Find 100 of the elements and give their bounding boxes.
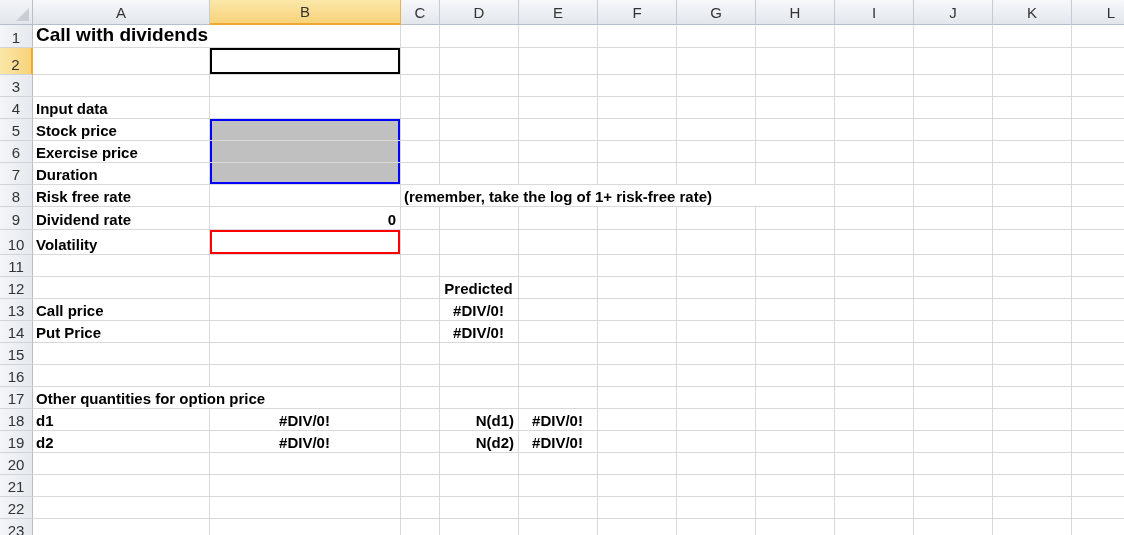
table-cell[interactable] bbox=[835, 141, 914, 163]
table-cell[interactable] bbox=[401, 207, 440, 230]
table-cell[interactable] bbox=[519, 25, 598, 48]
table-cell[interactable] bbox=[440, 497, 519, 519]
table-cell[interactable]: Other quantities for option price bbox=[33, 387, 401, 409]
table-cell[interactable] bbox=[677, 431, 756, 453]
table-cell[interactable]: 0 bbox=[210, 207, 401, 230]
table-cell[interactable] bbox=[210, 277, 401, 299]
table-cell[interactable] bbox=[519, 343, 598, 365]
table-cell[interactable]: d1 bbox=[33, 409, 210, 431]
table-cell[interactable] bbox=[401, 48, 440, 75]
table-cell[interactable] bbox=[440, 387, 519, 409]
table-cell[interactable] bbox=[677, 387, 756, 409]
table-cell[interactable] bbox=[440, 119, 519, 141]
table-cell[interactable] bbox=[756, 409, 835, 431]
table-cell[interactable] bbox=[914, 387, 993, 409]
row-header[interactable]: 18 bbox=[0, 409, 33, 431]
table-cell[interactable] bbox=[835, 255, 914, 277]
table-cell[interactable] bbox=[993, 497, 1072, 519]
table-cell[interactable] bbox=[598, 409, 677, 431]
table-cell[interactable] bbox=[993, 431, 1072, 453]
table-cell[interactable] bbox=[756, 230, 835, 255]
table-cell[interactable] bbox=[440, 97, 519, 119]
table-cell[interactable] bbox=[835, 475, 914, 497]
row-header[interactable]: 20 bbox=[0, 453, 33, 475]
table-cell[interactable] bbox=[677, 475, 756, 497]
table-cell[interactable] bbox=[519, 119, 598, 141]
table-cell[interactable] bbox=[677, 255, 756, 277]
table-cell[interactable] bbox=[598, 343, 677, 365]
table-cell[interactable] bbox=[914, 230, 993, 255]
table-cell[interactable] bbox=[440, 475, 519, 497]
table-cell[interactable] bbox=[519, 365, 598, 387]
table-cell[interactable] bbox=[756, 141, 835, 163]
table-cell[interactable] bbox=[756, 97, 835, 119]
table-cell[interactable]: Risk free rate bbox=[33, 185, 210, 207]
table-cell[interactable]: Put Price bbox=[33, 321, 210, 343]
table-cell[interactable] bbox=[598, 255, 677, 277]
table-cell[interactable] bbox=[914, 431, 993, 453]
table-cell[interactable] bbox=[440, 207, 519, 230]
table-cell[interactable] bbox=[835, 299, 914, 321]
table-cell[interactable] bbox=[677, 163, 756, 185]
table-cell[interactable] bbox=[914, 207, 993, 230]
table-cell[interactable] bbox=[401, 75, 440, 97]
table-cell[interactable] bbox=[993, 230, 1072, 255]
table-cell[interactable] bbox=[210, 343, 401, 365]
table-cell[interactable] bbox=[756, 119, 835, 141]
row-header[interactable]: 1 bbox=[0, 25, 33, 48]
table-cell[interactable] bbox=[835, 387, 914, 409]
table-cell[interactable] bbox=[33, 475, 210, 497]
table-cell[interactable] bbox=[677, 453, 756, 475]
table-cell[interactable] bbox=[677, 321, 756, 343]
row-header[interactable]: 13 bbox=[0, 299, 33, 321]
column-header[interactable]: J bbox=[914, 0, 993, 25]
column-header[interactable]: H bbox=[756, 0, 835, 25]
table-cell[interactable] bbox=[993, 453, 1072, 475]
table-cell[interactable] bbox=[914, 48, 993, 75]
table-cell[interactable] bbox=[598, 277, 677, 299]
column-header[interactable]: L bbox=[1072, 0, 1124, 25]
table-cell[interactable] bbox=[914, 163, 993, 185]
input-cell[interactable] bbox=[210, 141, 401, 163]
table-cell[interactable]: Call with dividends bbox=[33, 25, 401, 48]
table-cell[interactable] bbox=[993, 409, 1072, 431]
table-cell[interactable]: #DIV/0! bbox=[440, 299, 519, 321]
row-header[interactable]: 16 bbox=[0, 365, 33, 387]
table-cell[interactable] bbox=[756, 25, 835, 48]
table-cell[interactable] bbox=[519, 230, 598, 255]
table-cell[interactable]: Call price bbox=[33, 299, 210, 321]
table-cell[interactable] bbox=[835, 453, 914, 475]
table-cell[interactable] bbox=[756, 207, 835, 230]
table-cell[interactable] bbox=[210, 185, 401, 207]
table-cell[interactable]: #DIV/0! bbox=[519, 409, 598, 431]
table-cell[interactable] bbox=[993, 321, 1072, 343]
table-cell[interactable]: N(d1) bbox=[440, 409, 519, 431]
row-header[interactable]: 10 bbox=[0, 230, 33, 255]
table-cell[interactable] bbox=[835, 431, 914, 453]
table-cell[interactable] bbox=[598, 431, 677, 453]
table-cell[interactable] bbox=[598, 207, 677, 230]
table-cell[interactable] bbox=[835, 25, 914, 48]
table-cell[interactable] bbox=[598, 453, 677, 475]
table-cell[interactable] bbox=[210, 255, 401, 277]
table-cell[interactable] bbox=[756, 431, 835, 453]
table-cell[interactable]: Predicted bbox=[440, 277, 519, 299]
table-cell[interactable] bbox=[440, 453, 519, 475]
table-cell[interactable] bbox=[33, 497, 210, 519]
column-header[interactable]: K bbox=[993, 0, 1072, 25]
table-cell[interactable] bbox=[835, 409, 914, 431]
input-cell[interactable] bbox=[210, 230, 401, 255]
table-cell[interactable] bbox=[756, 387, 835, 409]
input-cell[interactable] bbox=[210, 163, 401, 185]
row-header[interactable]: 2 bbox=[0, 48, 33, 75]
table-cell[interactable] bbox=[440, 141, 519, 163]
row-header[interactable]: 3 bbox=[0, 75, 33, 97]
select-all-button[interactable] bbox=[0, 0, 33, 25]
table-cell[interactable] bbox=[835, 497, 914, 519]
table-cell[interactable] bbox=[993, 141, 1072, 163]
table-cell[interactable] bbox=[993, 75, 1072, 97]
table-cell[interactable] bbox=[33, 453, 210, 475]
table-cell[interactable] bbox=[756, 277, 835, 299]
table-cell[interactable]: N(d2) bbox=[440, 431, 519, 453]
table-cell[interactable] bbox=[756, 255, 835, 277]
